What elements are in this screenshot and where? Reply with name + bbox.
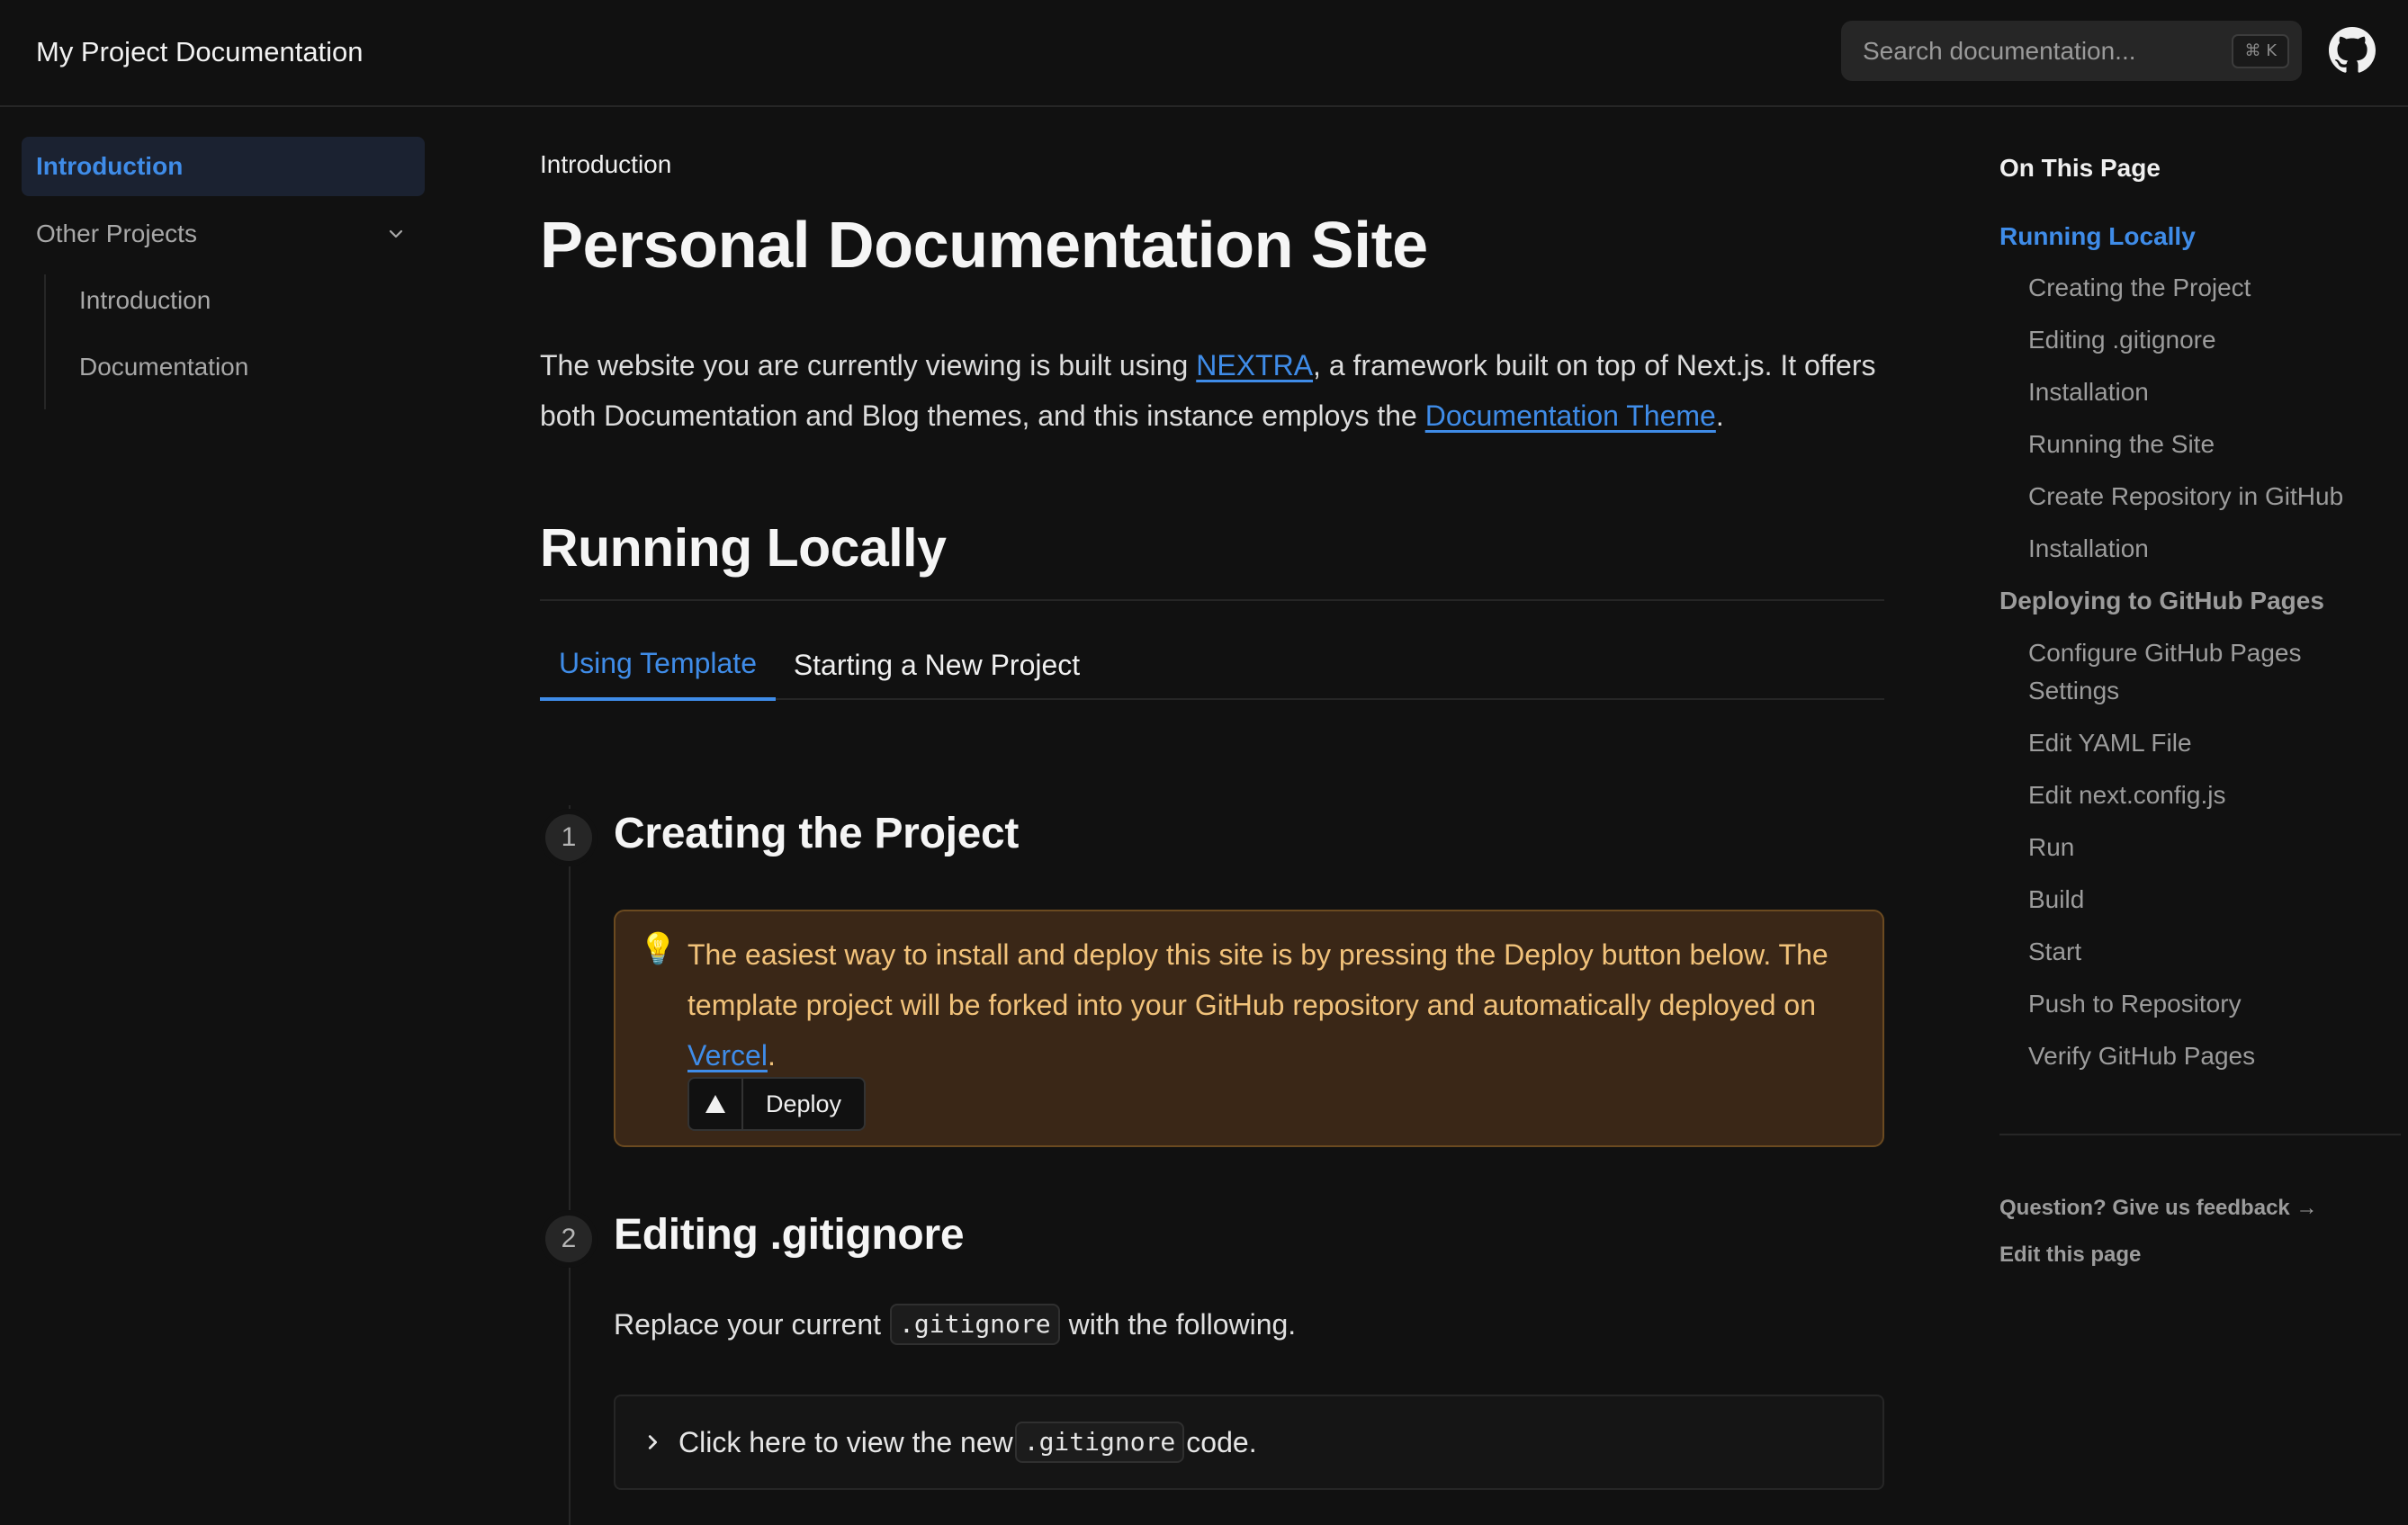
details-text: Click here to view the new — [678, 1425, 1013, 1458]
step-number: 1 — [545, 814, 592, 861]
search-shortcut-badge: ⌘ K — [2232, 33, 2289, 68]
sidebar-item-other-introduction[interactable]: Introduction — [65, 271, 425, 330]
toc-item[interactable]: Start — [2028, 933, 2081, 971]
step-paragraph: Replace your current .gitignore with the f… — [614, 1299, 1296, 1350]
toc-item-deploying[interactable]: Deploying to GitHub Pages — [1999, 582, 2324, 620]
toc-item[interactable]: Verify GitHub Pages — [2028, 1037, 2255, 1075]
sidebar-item-documentation[interactable]: Documentation — [65, 337, 425, 397]
intro-text: The website you are currently viewing is… — [540, 349, 1197, 381]
toc-item-running-locally[interactable]: Running Locally — [1999, 218, 2196, 256]
page-title: Personal Documentation Site — [540, 210, 1428, 282]
vercel-triangle-icon — [689, 1079, 743, 1129]
lightbulb-icon: 💡 — [639, 932, 678, 966]
chevron-right-icon — [648, 1435, 658, 1449]
step-title: Creating the Project — [614, 810, 1020, 857]
sidebar-item-label: Introduction — [79, 286, 211, 314]
toc-item[interactable]: Push to Repository — [2028, 985, 2242, 1023]
navbar: My Project Documentation Search document… — [0, 0, 2408, 107]
sidebar-item-other-projects[interactable]: Other Projects — [22, 204, 425, 264]
toc-item[interactable]: Edit next.config.js — [2028, 776, 2225, 814]
inline-code: .gitignore — [890, 1304, 1060, 1345]
tab-using-template[interactable]: Using Template — [540, 630, 776, 701]
inline-code: .gitignore — [1014, 1422, 1185, 1463]
step-text: with the following. — [1068, 1308, 1297, 1341]
steps-line — [569, 805, 571, 1525]
sidebar-item-label: Introduction — [36, 152, 184, 180]
feedback-link[interactable]: Question? Give us feedback → — [1999, 1196, 2317, 1221]
intro-paragraph: The website you are currently viewing is… — [540, 340, 1884, 441]
sidebar: Introduction Other Projects Introduction… — [0, 107, 446, 1519]
toc-item[interactable]: Running the Site — [2028, 426, 2215, 463]
tab-starting-new-project[interactable]: Starting a New Project — [790, 630, 1083, 700]
toc-item[interactable]: Installation — [2028, 530, 2149, 568]
sidebar-item-introduction[interactable]: Introduction — [22, 137, 425, 196]
toc-item[interactable]: Create Repository in GitHub — [2028, 478, 2343, 516]
details-text: code. — [1186, 1425, 1257, 1458]
sidebar-item-label: Other Projects — [36, 220, 197, 247]
deploy-button[interactable]: Deploy — [687, 1077, 866, 1131]
table-of-contents: On This Page Running Locally Creating th… — [1999, 107, 2408, 1519]
step-title: Editing .gitignore — [614, 1211, 965, 1259]
edit-page-link[interactable]: Edit this page — [1999, 1242, 2141, 1268]
toc-item[interactable]: Configure GitHub Pages — [2028, 634, 2302, 672]
github-icon[interactable] — [2329, 27, 2376, 74]
vercel-link[interactable]: Vercel — [687, 1039, 768, 1072]
deploy-button-label: Deploy — [765, 1090, 842, 1117]
callout-body: The easiest way to install and deploy th… — [687, 938, 1828, 1021]
toc-item[interactable]: Build — [2028, 881, 2084, 919]
toc-item[interactable]: Settings — [2028, 672, 2119, 710]
toc-item[interactable]: Editing .gitignore — [2028, 321, 2216, 359]
toc-item[interactable]: Edit YAML File — [2028, 724, 2192, 762]
toc-item[interactable]: Run — [2028, 829, 2074, 866]
tabs: Using Template Starting a New Project — [540, 630, 1884, 701]
toc-item[interactable]: Installation — [2028, 373, 2149, 411]
divider — [1999, 1134, 2401, 1135]
search-input[interactable]: Search documentation... — [1863, 37, 2232, 66]
intro-text: . — [1715, 399, 1724, 432]
tip-callout: 💡 The easiest way to install and deploy … — [614, 910, 1884, 1147]
callout-end: . — [767, 1039, 776, 1072]
site-title[interactable]: My Project Documentation — [36, 0, 364, 104]
nextra-link[interactable]: NEXTRA — [1196, 349, 1313, 381]
callout-text: The easiest way to install and deploy th… — [687, 929, 1866, 1081]
step-number: 2 — [545, 1216, 592, 1262]
divider — [540, 599, 1884, 601]
toc-item[interactable]: Creating the Project — [2028, 269, 2251, 307]
search-box[interactable]: Search documentation... ⌘ K — [1841, 21, 2302, 81]
documentation-theme-link[interactable]: Documentation Theme — [1425, 399, 1716, 432]
code-details-toggle[interactable]: Click here to view the new .gitignore co… — [614, 1395, 1884, 1490]
section-title: Running Locally — [540, 518, 947, 578]
main-content: Introduction Personal Documentation Site… — [540, 107, 1884, 1525]
toc-title: On This Page — [1999, 154, 2161, 182]
step-text: Replace your current — [614, 1308, 882, 1341]
sidebar-item-label: Documentation — [79, 353, 249, 381]
breadcrumb: Introduction — [540, 150, 672, 178]
chevron-down-icon — [389, 229, 403, 238]
sidebar-subtree-line — [44, 274, 46, 409]
